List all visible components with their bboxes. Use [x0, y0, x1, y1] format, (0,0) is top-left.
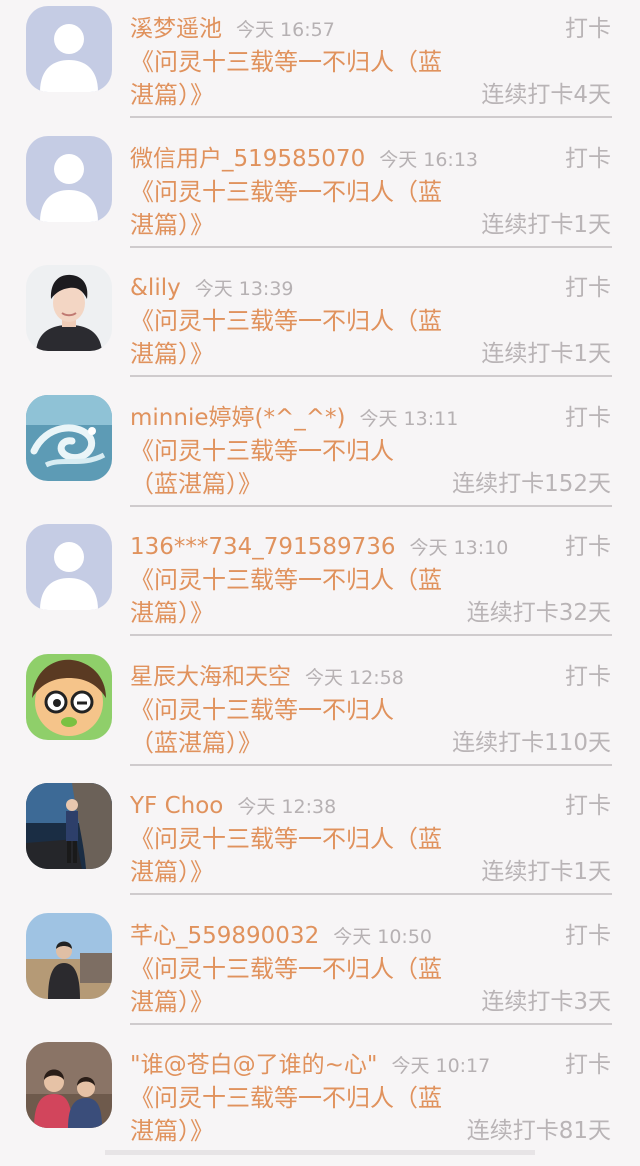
streak-count: 连续打卡3天 [481, 988, 611, 1015]
divider [130, 1022, 612, 1025]
list-item[interactable]: 溪梦遥池 今天 16:57 打卡 《问灵十三载等一不归人（蓝湛篇）》 连续打卡4天 [0, 0, 640, 130]
user-name-text[interactable]: YF Choo [130, 793, 223, 819]
list-item[interactable]: 微信用户_519585070 今天 16:13 打卡 《问灵十三载等一不归人（蓝湛… [0, 130, 640, 260]
streak-count: 连续打卡81天 [466, 1118, 611, 1144]
user-name[interactable]: YF Choo 今天 12:38 [130, 790, 336, 823]
checkin-action-label: 打卡 [565, 1052, 611, 1078]
user-name-text[interactable]: &lily [130, 275, 181, 301]
checkin-action-label: 打卡 [565, 534, 611, 560]
list-item[interactable]: 136***734_791589736 今天 13:10 打卡 《问灵十三载等一不… [0, 518, 640, 648]
checkin-action-label: 打卡 [565, 145, 611, 172]
streak-count: 连续打卡1天 [481, 341, 611, 367]
user-name[interactable]: 芊心_559890032 今天 10:50 [130, 920, 432, 953]
divider [130, 763, 612, 766]
user-name[interactable]: 溪梦遥池 今天 16:57 [130, 13, 335, 46]
divider [130, 245, 612, 248]
scroll-indicator [105, 1150, 535, 1155]
checkin-action-label: 打卡 [565, 663, 611, 690]
user-name[interactable]: 136***734_791589736 今天 13:10 [130, 531, 508, 564]
book-title-link[interactable]: 《问灵十三载等一不归人（蓝湛篇）》 [130, 435, 410, 501]
person-outdoor-avatar[interactable] [26, 912, 112, 999]
default-user-icon[interactable] [26, 135, 112, 222]
user-name[interactable]: "谁@苍白@了谁的~心" 今天 10:17 [130, 1049, 490, 1082]
checkin-action-label: 打卡 [565, 16, 611, 42]
user-name[interactable]: 微信用户_519585070 今天 16:13 [130, 143, 478, 176]
checkin-action-label: 打卡 [565, 922, 611, 949]
checkin-time: 今天 12:58 [305, 666, 404, 689]
checkin-action-label: 打卡 [565, 275, 611, 301]
portrait-photo-avatar[interactable] [26, 265, 112, 351]
user-name-text[interactable]: 微信用户_519585070 [130, 146, 365, 172]
checkin-time: 今天 10:50 [333, 925, 432, 948]
checkin-action-label: 打卡 [565, 404, 611, 431]
checkin-time: 今天 10:17 [391, 1055, 491, 1077]
divider [130, 634, 612, 636]
list-item[interactable]: YF Choo 今天 12:38 打卡 《问灵十三载等一不归人（蓝湛篇）》 连续打… [0, 777, 640, 907]
two-children-avatar[interactable] [26, 1042, 112, 1128]
user-name-text[interactable]: 136***734_791589736 [130, 534, 396, 560]
user-name[interactable]: &lily 今天 13:39 [130, 272, 294, 305]
book-title-link[interactable]: 《问灵十三载等一不归人（蓝湛篇）》 [130, 176, 465, 242]
book-title-link[interactable]: 《问灵十三载等一不归人（蓝湛篇）》 [130, 953, 465, 1019]
cartoon-face-avatar[interactable] [26, 653, 112, 740]
book-title-link[interactable]: 《问灵十三载等一不归人（蓝湛篇）》 [130, 564, 465, 630]
checkin-action-label: 打卡 [565, 793, 611, 819]
user-name-text[interactable]: 星辰大海和天空 [130, 664, 291, 690]
user-name-text[interactable]: 溪梦遥池 [130, 16, 222, 42]
list-item[interactable]: "谁@苍白@了谁的~心" 今天 10:17 打卡 《问灵十三载等一不归人（蓝湛篇）… [0, 1036, 640, 1166]
checkin-feed: 溪梦遥池 今天 16:57 打卡 《问灵十三载等一不归人（蓝湛篇）》 连续打卡4天… [0, 0, 640, 1155]
list-item[interactable]: 芊心_559890032 今天 10:50 打卡 《问灵十三载等一不归人（蓝湛篇）… [0, 907, 640, 1037]
divider [130, 893, 612, 895]
streak-count: 连续打卡1天 [481, 211, 611, 238]
streak-count: 连续打卡1天 [481, 859, 611, 885]
checkin-time: 今天 13:11 [359, 407, 459, 430]
streak-count: 连续打卡4天 [481, 82, 611, 108]
book-title-link[interactable]: 《问灵十三载等一不归人（蓝湛篇）》 [130, 46, 465, 112]
divider [130, 116, 612, 118]
checkin-time: 今天 16:13 [379, 148, 478, 171]
divider [130, 504, 612, 507]
user-name-text[interactable]: 芊心_559890032 [130, 923, 319, 949]
list-item[interactable]: 星辰大海和天空 今天 12:58 打卡 《问灵十三载等一不归人（蓝湛篇）》 连续打… [0, 648, 640, 778]
default-user-icon[interactable] [26, 524, 112, 610]
user-name[interactable]: minnie婷婷(*^_^*) 今天 13:11 [130, 402, 458, 435]
person-cliff-avatar[interactable] [26, 783, 112, 869]
checkin-time: 今天 16:57 [236, 19, 335, 41]
list-item[interactable]: &lily 今天 13:39 打卡 《问灵十三载等一不归人（蓝湛篇）》 连续打卡1… [0, 259, 640, 389]
water-dragon-avatar[interactable] [26, 394, 112, 481]
user-name-text[interactable]: minnie婷婷(*^_^*) [130, 405, 345, 431]
checkin-time: 今天 12:38 [237, 796, 337, 818]
user-name[interactable]: 星辰大海和天空 今天 12:58 [130, 661, 404, 694]
book-title-link[interactable]: 《问灵十三载等一不归人（蓝湛篇）》 [130, 694, 410, 760]
user-name-text[interactable]: "谁@苍白@了谁的~心" [130, 1052, 377, 1078]
checkin-time: 今天 13:39 [194, 278, 294, 300]
book-title-link[interactable]: 《问灵十三载等一不归人（蓝湛篇）》 [130, 823, 465, 889]
book-title-link[interactable]: 《问灵十三载等一不归人（蓝湛篇）》 [130, 1082, 465, 1148]
streak-count: 连续打卡110天 [452, 729, 611, 756]
streak-count: 连续打卡152天 [452, 470, 611, 497]
divider [130, 375, 612, 377]
default-user-icon[interactable] [26, 6, 112, 92]
checkin-time: 今天 13:10 [409, 537, 509, 559]
list-item[interactable]: minnie婷婷(*^_^*) 今天 13:11 打卡 《问灵十三载等一不归人（蓝… [0, 389, 640, 519]
streak-count: 连续打卡32天 [466, 600, 611, 626]
book-title-link[interactable]: 《问灵十三载等一不归人（蓝湛篇）》 [130, 305, 465, 371]
